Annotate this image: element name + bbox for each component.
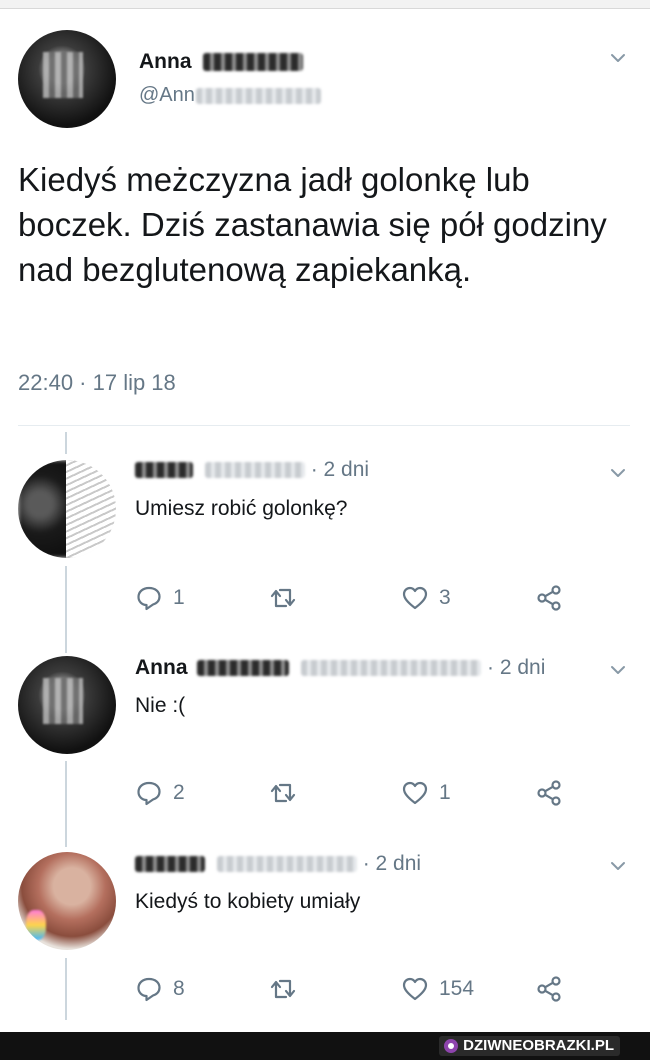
retweet-button[interactable] (269, 584, 307, 612)
action-bar: 2 1 (135, 779, 575, 809)
chevron-down-icon[interactable] (610, 50, 626, 66)
top-border (0, 0, 650, 9)
thread-line (65, 958, 67, 1020)
retweet-icon (270, 588, 296, 608)
reply-text: Nie :( (135, 694, 186, 717)
like-count: 3 (439, 586, 451, 609)
thread-line (65, 761, 67, 847)
share-button[interactable] (535, 584, 563, 612)
action-bar: 8 154 (135, 975, 575, 1005)
reply-icon (137, 781, 161, 806)
avatar[interactable] (18, 30, 116, 128)
reply-icon (137, 586, 161, 611)
author-handle-row[interactable]: @Ann (139, 84, 321, 107)
like-button[interactable]: 3 (401, 584, 451, 612)
redacted-name (135, 462, 193, 479)
watermark-logo: DZIWNEOBRAZKI.PL (439, 1036, 620, 1056)
avatar[interactable] (18, 656, 116, 754)
like-count: 154 (439, 977, 475, 1000)
heart-icon (402, 977, 428, 1001)
reply-header[interactable]: · 2 dni (135, 458, 369, 482)
reply-count: 1 (173, 586, 185, 609)
author-handle: @Ann (139, 84, 195, 106)
retweet-button[interactable] (269, 779, 307, 807)
thread-line (65, 432, 67, 454)
tweet-text: Kiedyś meżczyzna jadł golonkę lub boczek… (18, 161, 607, 288)
retweet-icon (270, 979, 296, 999)
chevron-down-icon[interactable] (610, 858, 626, 874)
redacted-surname (203, 53, 304, 72)
reply-text: Kiedyś to kobiety umiały (135, 890, 361, 913)
reply-button[interactable]: 2 (135, 779, 185, 807)
redacted-handle (204, 462, 305, 479)
reply-time: · 2 dni (487, 656, 546, 679)
redacted-handle (301, 660, 482, 677)
like-button[interactable]: 154 (401, 975, 474, 1003)
reply-time: · 2 dni (362, 852, 422, 875)
redacted-handle (216, 856, 357, 873)
action-bar: 1 3 (135, 584, 575, 614)
heart-icon (402, 781, 428, 805)
share-button[interactable] (535, 779, 563, 807)
redacted-name (135, 856, 205, 873)
share-icon (537, 780, 561, 806)
reply-time: · 2 dni (310, 458, 370, 481)
like-count: 1 (439, 781, 451, 804)
retweet-icon (270, 783, 296, 803)
reply-button[interactable]: 8 (135, 975, 185, 1003)
reply-icon (137, 977, 161, 1002)
reply-count: 2 (173, 781, 185, 804)
reply-header[interactable]: Anna · 2 dni (135, 656, 545, 680)
reply-author-name: Anna (135, 656, 188, 679)
reply-button[interactable]: 1 (135, 584, 185, 612)
redacted-handle (195, 87, 321, 104)
watermark-text: DZIWNEOBRAZKI.PL (463, 1037, 614, 1054)
author-name: Anna (139, 50, 192, 73)
redacted-surname (197, 660, 290, 677)
chevron-down-icon[interactable] (610, 465, 626, 481)
retweet-button[interactable] (269, 975, 307, 1003)
chevron-down-icon[interactable] (610, 662, 626, 678)
like-button[interactable]: 1 (401, 779, 451, 807)
reply-count: 8 (173, 977, 185, 1000)
avatar[interactable] (18, 852, 116, 950)
tweet-timestamp[interactable]: 22:40 · 17 lip 18 (18, 370, 176, 396)
heart-icon (402, 586, 428, 610)
reply-text: Umiesz robić golonkę? (135, 497, 348, 520)
author-name-row[interactable]: Anna (139, 50, 304, 74)
share-icon (537, 585, 561, 611)
reply-header[interactable]: · 2 dni (135, 852, 421, 876)
watermark-bar: DZIWNEOBRAZKI.PL (0, 1032, 650, 1060)
share-icon (537, 976, 561, 1002)
brand-icon (444, 1039, 459, 1053)
thread-line (65, 566, 67, 653)
share-button[interactable] (535, 975, 563, 1003)
avatar[interactable] (18, 460, 116, 558)
divider (18, 425, 630, 426)
